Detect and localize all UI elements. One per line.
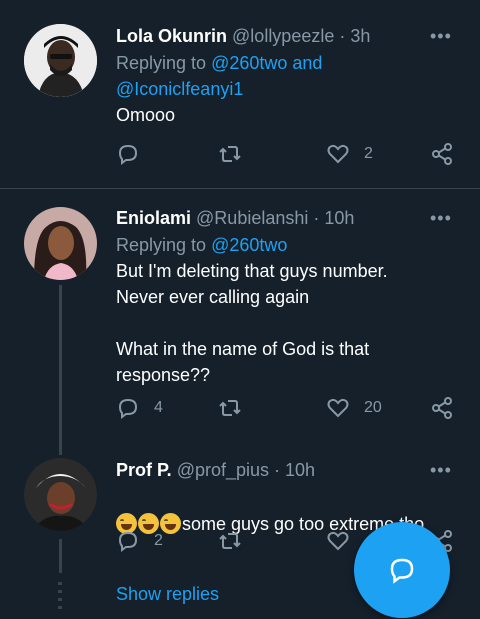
replying-prefix: Replying to	[116, 235, 212, 255]
separator: ·	[308, 208, 325, 228]
thread-dots	[58, 582, 62, 610]
timestamp[interactable]: 10h	[285, 460, 315, 480]
author-handle[interactable]: @Rubielanshi	[196, 208, 308, 228]
share-icon	[432, 397, 452, 419]
author-handle[interactable]: @prof_pius	[177, 460, 269, 480]
retweet-button[interactable]	[218, 529, 242, 553]
reply-icon	[118, 398, 138, 419]
tweet-lola[interactable]: Lola Okunrin @lollypeezle · 3h ••• Reply…	[0, 0, 480, 188]
author-name[interactable]: Lola Okunrin	[116, 26, 227, 46]
timestamp[interactable]: 10h	[324, 208, 354, 228]
reply-icon	[118, 144, 138, 165]
thread-line	[59, 285, 62, 455]
reply-button[interactable]: 2	[116, 529, 163, 553]
tweet-eniolami[interactable]: Eniolami @Rubielanshi · 10h ••• Replying…	[0, 189, 480, 455]
avatar[interactable]	[24, 207, 97, 280]
share-icon	[432, 143, 452, 165]
avatar-image	[24, 207, 97, 280]
more-icon[interactable]: •••	[430, 460, 452, 481]
reply-icon	[118, 531, 138, 552]
tweet-text: Omooo	[116, 105, 176, 125]
retweet-button[interactable]	[218, 142, 242, 166]
like-icon	[327, 144, 349, 164]
author-handle[interactable]: @lollypeezle	[232, 26, 334, 46]
reply-mention[interactable]: @260two	[211, 235, 287, 255]
like-count: 20	[364, 399, 382, 416]
tweet-text: But I'm deleting that guys number. Never…	[116, 261, 388, 385]
separator: ·	[334, 26, 351, 46]
avatar[interactable]	[24, 458, 97, 531]
reply-button[interactable]: 4	[116, 396, 163, 420]
avatar-image	[24, 458, 97, 531]
retweet-icon	[219, 533, 241, 549]
reply-mention[interactable]: @Iconiclfeanyi1	[116, 79, 243, 99]
timestamp[interactable]: 3h	[350, 26, 370, 46]
like-count: 2	[364, 145, 373, 162]
avatar-image	[24, 24, 97, 97]
like-button[interactable]	[326, 529, 350, 553]
retweet-icon	[219, 400, 241, 416]
more-icon[interactable]: •••	[430, 208, 452, 229]
retweet-button[interactable]	[218, 396, 242, 420]
author-name[interactable]: Eniolami	[116, 208, 191, 228]
like-button[interactable]: 2	[326, 142, 373, 166]
avatar[interactable]	[24, 24, 97, 97]
author-name[interactable]: Prof P.	[116, 460, 172, 480]
like-icon	[327, 398, 349, 418]
show-replies-link[interactable]: Show replies	[116, 584, 219, 605]
thread-line	[59, 539, 62, 573]
replying-prefix: Replying to	[116, 53, 212, 73]
reply-button[interactable]	[116, 142, 140, 166]
reply-count: 4	[154, 399, 163, 416]
share-button[interactable]	[430, 396, 454, 420]
like-button[interactable]: 20	[326, 396, 382, 420]
like-icon	[327, 531, 349, 551]
compose-reply-button[interactable]	[354, 522, 450, 618]
reply-count: 2	[154, 532, 163, 549]
share-button[interactable]	[430, 142, 454, 166]
separator: ·	[269, 460, 286, 480]
more-icon[interactable]: •••	[430, 26, 452, 47]
compose-reply-icon	[390, 558, 414, 584]
retweet-icon	[219, 146, 241, 162]
reply-mention[interactable]: @260two and	[211, 53, 322, 73]
